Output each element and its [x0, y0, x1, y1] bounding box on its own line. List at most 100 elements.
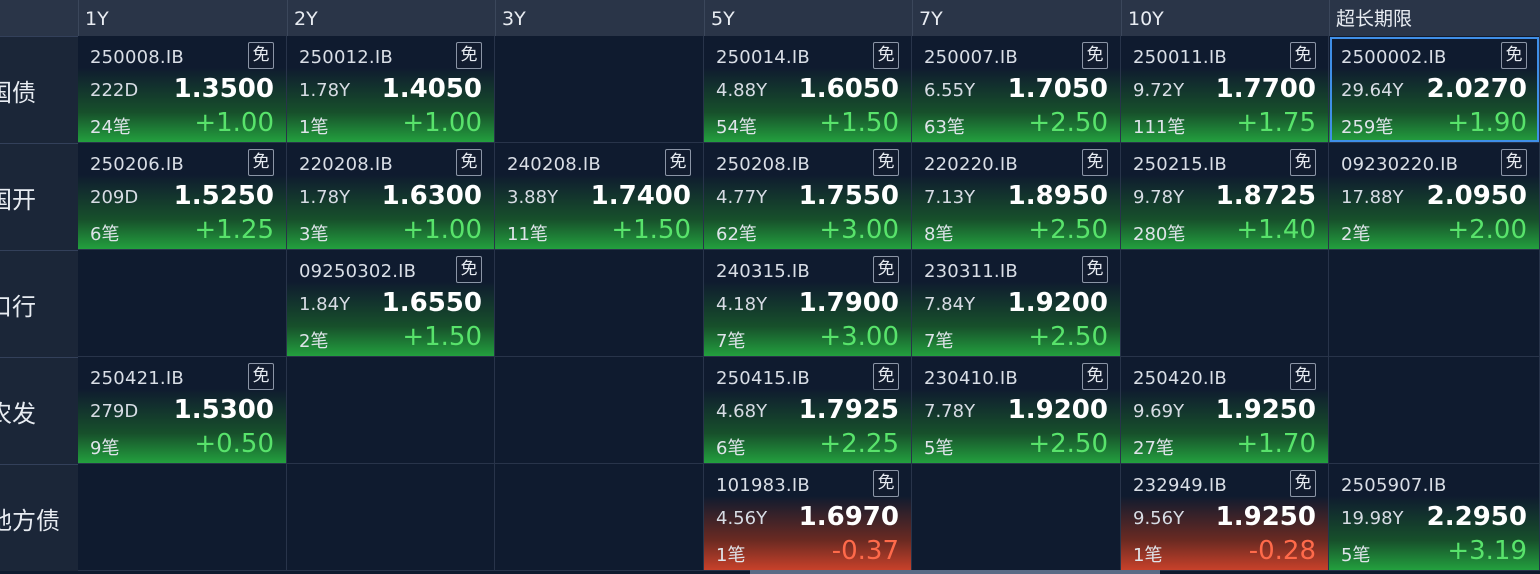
quote-cell[interactable]: 220208.IB 免 1.78Y 1.6300 3笔 +1.00 [287, 143, 495, 250]
quote-cell[interactable]: 09250302.IB 免 1.84Y 1.6550 2笔 +1.50 [287, 250, 495, 357]
tax-free-badge: 免 [248, 149, 274, 176]
remaining-term: 3.88Y [507, 187, 559, 208]
quote-cell[interactable]: 250014.IB 免 4.88Y 1.6050 54笔 +1.50 [704, 36, 912, 143]
change-bp: +1.50 [819, 108, 899, 138]
bond-code: 250007.IB [924, 47, 1018, 68]
column-header-2[interactable]: 2Y [287, 0, 495, 36]
tax-free-badge: 免 [1501, 42, 1527, 69]
tax-free-badge: 免 [1082, 42, 1108, 69]
trade-count: 7笔 [924, 331, 954, 352]
trade-count: 27笔 [1133, 438, 1174, 459]
tax-free-badge: 免 [456, 149, 482, 176]
yield-value: 1.9200 [1007, 395, 1108, 425]
row-label: 国债 [0, 36, 78, 143]
yield-value: 1.6970 [798, 502, 899, 532]
tax-free-badge: 免 [456, 42, 482, 69]
quote-cell[interactable]: 250011.IB 免 9.72Y 1.7700 111笔 +1.75 [1121, 36, 1329, 143]
change-bp: +2.00 [1447, 215, 1527, 245]
yield-value: 2.0950 [1426, 181, 1527, 211]
change-bp: +1.90 [1447, 108, 1527, 138]
column-header-6[interactable]: 10Y [1121, 0, 1329, 36]
change-bp: +2.25 [819, 429, 899, 459]
trade-count: 111笔 [1133, 117, 1186, 138]
change-bp: +1.00 [194, 108, 274, 138]
yield-value: 1.4050 [381, 74, 482, 104]
quote-cell[interactable]: 230311.IB 免 7.84Y 1.9200 7笔 +2.50 [912, 250, 1121, 357]
bond-code: 232949.IB [1133, 475, 1227, 496]
remaining-term: 4.88Y [716, 80, 768, 101]
yield-value: 1.8725 [1215, 181, 1316, 211]
scrollbar-thumb[interactable] [750, 570, 1160, 574]
column-header-1[interactable]: 1Y [78, 0, 287, 36]
tax-free-badge: 免 [1290, 470, 1316, 497]
remaining-term: 6.55Y [924, 80, 976, 101]
change-bp: +2.50 [1028, 215, 1108, 245]
yield-value: 1.7400 [590, 181, 691, 211]
quote-cell[interactable]: 2505907.IB 19.98Y 2.2950 5笔 +3.19 [1329, 464, 1540, 571]
yield-value: 1.6550 [381, 288, 482, 318]
column-header-7[interactable]: 超长期限 [1329, 0, 1540, 36]
column-header-4[interactable]: 5Y [704, 0, 912, 36]
change-bp: +1.40 [1236, 215, 1316, 245]
column-header-5[interactable]: 7Y [912, 0, 1121, 36]
bond-code: 230410.IB [924, 368, 1018, 389]
column-header-3[interactable]: 3Y [495, 0, 704, 36]
remaining-term: 4.68Y [716, 401, 768, 422]
row-label-text: 农发 [0, 399, 36, 428]
yield-value: 1.7700 [1215, 74, 1316, 104]
bond-code: 220208.IB [299, 154, 393, 175]
quote-cell[interactable]: 250415.IB 免 4.68Y 1.7925 6笔 +2.25 [704, 357, 912, 464]
quote-cell[interactable]: 250007.IB 免 6.55Y 1.7050 63笔 +2.50 [912, 36, 1121, 143]
yield-value: 2.0270 [1426, 74, 1527, 104]
quote-cell[interactable]: 240315.IB 免 4.18Y 1.7900 7笔 +3.00 [704, 250, 912, 357]
quote-cell[interactable]: 232949.IB 免 9.56Y 1.9250 1笔 -0.28 [1121, 464, 1329, 571]
bond-code: 250415.IB [716, 368, 810, 389]
bond-code: 250008.IB [90, 47, 184, 68]
bond-code: 09250302.IB [299, 261, 417, 282]
quote-cell[interactable]: 250008.IB 免 222D 1.3500 24笔 +1.00 [78, 36, 287, 143]
yield-value: 1.7925 [798, 395, 899, 425]
yield-value: 1.6300 [381, 181, 482, 211]
row-label-text: 地方债 [0, 506, 60, 535]
change-bp: +1.50 [611, 215, 691, 245]
row-label: 国开 [0, 143, 78, 250]
bond-code: 250012.IB [299, 47, 393, 68]
remaining-term: 9.56Y [1133, 508, 1185, 529]
trade-count: 1笔 [716, 545, 746, 566]
trade-count: 3笔 [299, 224, 329, 245]
bond-code: 250421.IB [90, 368, 184, 389]
tax-free-badge: 免 [1290, 363, 1316, 390]
quote-cell[interactable]: 250012.IB 免 1.78Y 1.4050 1笔 +1.00 [287, 36, 495, 143]
quote-cell[interactable]: 2500002.IB 免 29.64Y 2.0270 259笔 +1.90 [1329, 36, 1540, 143]
trade-count: 8笔 [924, 224, 954, 245]
bond-code: 250215.IB [1133, 154, 1227, 175]
remaining-term: 7.84Y [924, 294, 976, 315]
quote-cell[interactable]: 250215.IB 免 9.78Y 1.8725 280笔 +1.40 [1121, 143, 1329, 250]
quote-cell[interactable]: 250420.IB 免 9.69Y 1.9250 27笔 +1.70 [1121, 357, 1329, 464]
quote-cell[interactable]: 250208.IB 免 4.77Y 1.7550 62笔 +3.00 [704, 143, 912, 250]
yield-value: 2.2950 [1426, 502, 1527, 532]
remaining-term: 4.56Y [716, 508, 768, 529]
change-bp: -0.28 [1248, 536, 1316, 566]
trade-count: 62笔 [716, 224, 757, 245]
quote-cell[interactable]: 230410.IB 免 7.78Y 1.9200 5笔 +2.50 [912, 357, 1121, 464]
quote-cell[interactable]: 220220.IB 免 7.13Y 1.8950 8笔 +2.50 [912, 143, 1121, 250]
remaining-term: 17.88Y [1341, 187, 1404, 208]
change-bp: +0.50 [194, 429, 274, 459]
tax-free-badge: 免 [873, 256, 899, 283]
yield-value: 1.8950 [1007, 181, 1108, 211]
empty-cell [78, 464, 287, 571]
remaining-term: 9.78Y [1133, 187, 1185, 208]
tax-free-badge: 免 [1290, 149, 1316, 176]
quote-cell[interactable]: 09230220.IB 免 17.88Y 2.0950 2笔 +2.00 [1329, 143, 1540, 250]
remaining-term: 9.72Y [1133, 80, 1185, 101]
quote-cell[interactable]: 240208.IB 免 3.88Y 1.7400 11笔 +1.50 [495, 143, 704, 250]
trade-count: 280笔 [1133, 224, 1186, 245]
quote-cell[interactable]: 250206.IB 免 209D 1.5250 6笔 +1.25 [78, 143, 287, 250]
quote-cell[interactable]: 101983.IB 免 4.56Y 1.6970 1笔 -0.37 [704, 464, 912, 571]
trade-count: 5笔 [1341, 545, 1371, 566]
yield-value: 1.6050 [798, 74, 899, 104]
bond-quote-grid: 1Y2Y3Y5Y7Y10Y超长期限国债250008.IB免222D1.35002… [0, 0, 1540, 574]
tax-free-badge: 免 [248, 42, 274, 69]
quote-cell[interactable]: 250421.IB 免 279D 1.5300 9笔 +0.50 [78, 357, 287, 464]
